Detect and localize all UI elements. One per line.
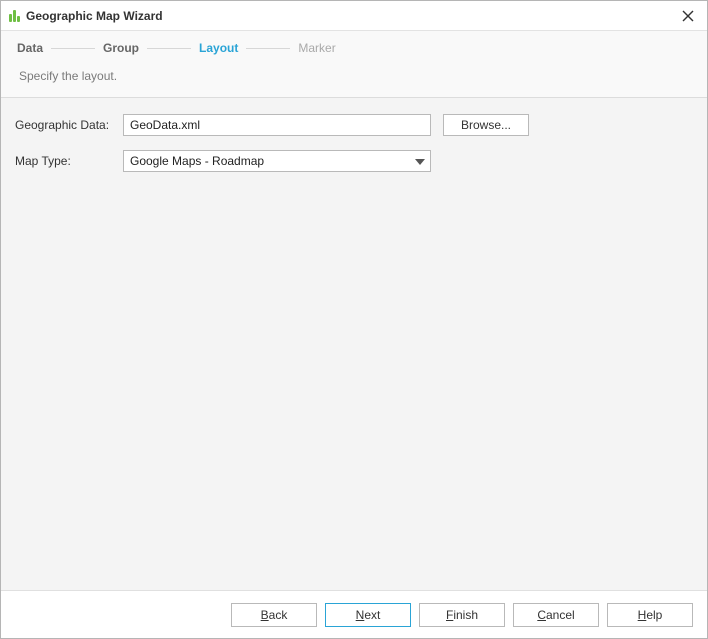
label-map-type: Map Type:: [15, 154, 123, 168]
step-data[interactable]: Data: [15, 41, 45, 55]
finish-button[interactable]: Finish: [419, 603, 505, 627]
step-separator: [147, 48, 191, 49]
help-button[interactable]: Help: [607, 603, 693, 627]
wizard-footer: Back Next Finish Cancel Help: [1, 590, 707, 638]
row-geographic-data: Geographic Data: Browse...: [15, 114, 693, 136]
app-icon: [9, 10, 20, 22]
wizard-header: Data Group Layout Marker Specify the lay…: [1, 31, 707, 98]
instruction-text: Specify the layout.: [15, 69, 693, 83]
step-separator: [51, 48, 95, 49]
wizard-content: Geographic Data: Browse... Map Type: Goo…: [1, 98, 707, 590]
step-marker[interactable]: Marker: [296, 41, 337, 55]
map-type-select[interactable]: Google Maps - Roadmap: [123, 150, 431, 172]
step-layout[interactable]: Layout: [197, 41, 240, 55]
map-type-value: Google Maps - Roadmap: [130, 154, 264, 168]
row-map-type: Map Type: Google Maps - Roadmap: [15, 150, 693, 172]
next-button[interactable]: Next: [325, 603, 411, 627]
wizard-dialog: Geographic Map Wizard Data Group Layout …: [0, 0, 708, 639]
step-separator: [246, 48, 290, 49]
cancel-button[interactable]: Cancel: [513, 603, 599, 627]
browse-button[interactable]: Browse...: [443, 114, 529, 136]
window-title: Geographic Map Wizard: [26, 9, 163, 23]
label-geographic-data: Geographic Data:: [15, 118, 123, 132]
wizard-steps: Data Group Layout Marker: [15, 41, 693, 55]
close-icon: [682, 10, 694, 22]
step-group[interactable]: Group: [101, 41, 141, 55]
back-button[interactable]: Back: [231, 603, 317, 627]
close-button[interactable]: [679, 7, 697, 25]
geographic-data-input[interactable]: [123, 114, 431, 136]
titlebar: Geographic Map Wizard: [1, 1, 707, 31]
